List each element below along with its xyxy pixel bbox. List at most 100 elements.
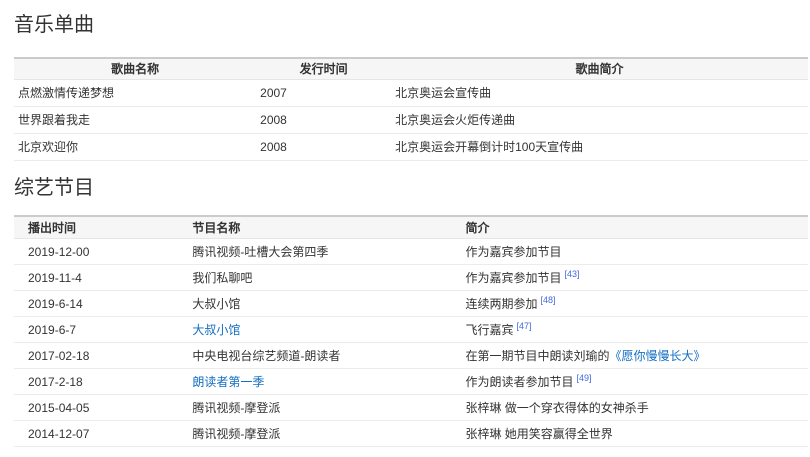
table-cell: 大叔小馆 bbox=[178, 317, 451, 343]
table-cell: 2019-12-00 bbox=[14, 239, 178, 265]
column-header: 发行时间 bbox=[256, 58, 391, 79]
cell-text: 北京奥运会火炬传递曲 bbox=[395, 113, 515, 127]
cell-text: 2017-2-18 bbox=[28, 375, 83, 389]
cell-text: 点燃激情传递梦想 bbox=[18, 86, 114, 100]
table-cell: 2015-04-05 bbox=[14, 395, 178, 421]
entry-link[interactable]: 《愿你慢慢长大》 bbox=[609, 349, 705, 363]
cell-text: 2014-12-07 bbox=[28, 427, 89, 441]
table-cell: 大叔小馆 bbox=[178, 291, 451, 317]
cell-text: 2017-02-18 bbox=[28, 349, 89, 363]
table-cell: 在第一期节目中朗读刘瑜的《愿你慢慢长大》 bbox=[451, 343, 808, 369]
cell-text: 2019-12-00 bbox=[28, 245, 89, 259]
table-cell: 作为朗读者参加节目[49] bbox=[451, 369, 808, 395]
variety-table-head: 播出时间节目名称简介 bbox=[14, 216, 808, 239]
table-cell: 腾讯视频-吐槽大会第四季 bbox=[178, 239, 451, 265]
cell-text: 腾讯视频-吐槽大会第四季 bbox=[192, 245, 328, 259]
cell-text: 2019-6-14 bbox=[28, 297, 83, 311]
table-cell: 2019-11-4 bbox=[14, 265, 178, 291]
table-row: 世界跟着我走 2008 北京奥运会火炬传递曲 bbox=[14, 106, 808, 133]
table-cell: 北京奥运会宣传曲 bbox=[391, 79, 808, 106]
reference-link[interactable]: [48] bbox=[540, 295, 555, 305]
cell-text: 作为嘉宾参加节目 bbox=[465, 271, 561, 285]
table-row: 2017-2-18 朗读者第一季 作为朗读者参加节目[49] bbox=[14, 369, 808, 395]
cell-text: 2015-04-05 bbox=[28, 401, 89, 415]
table-cell: 2019-6-14 bbox=[14, 291, 178, 317]
cell-text: 2008 bbox=[260, 140, 287, 154]
variety-shows-section: 综艺节目 播出时间节目名称简介 2019-12-00腾讯视频-吐槽大会第四季作为… bbox=[0, 161, 810, 448]
table-row: 2014-12-07 腾讯视频-摩登派 张梓琳 她用笑容赢得全世界 bbox=[14, 421, 808, 447]
cell-text: 作为嘉宾参加节目 bbox=[465, 245, 561, 259]
header-row: 歌曲名称发行时间歌曲简介 bbox=[14, 58, 808, 79]
cell-text: 腾讯视频-摩登派 bbox=[192, 401, 280, 415]
cell-text: 2007 bbox=[260, 86, 287, 100]
table-cell: 腾讯视频-摩登派 bbox=[178, 421, 451, 447]
section-title-variety-shows: 综艺节目 bbox=[14, 161, 810, 202]
reference-link[interactable]: [49] bbox=[576, 373, 591, 383]
music-table-head: 歌曲名称发行时间歌曲简介 bbox=[14, 58, 808, 79]
variety-table-body: 2019-12-00腾讯视频-吐槽大会第四季作为嘉宾参加节目2019-11-4我… bbox=[14, 239, 808, 447]
column-header: 节目名称 bbox=[178, 216, 451, 239]
table-row: 点燃激情传递梦想 2007 北京奥运会宣传曲 bbox=[14, 79, 808, 106]
table-row: 2019-6-7 大叔小馆 飞行嘉宾[47] bbox=[14, 317, 808, 343]
cell-text: 飞行嘉宾 bbox=[465, 323, 513, 337]
entry-link[interactable]: 大叔小馆 bbox=[192, 323, 240, 337]
table-row: 北京欢迎你 2008 北京奥运会开幕倒计时100天宣传曲 bbox=[14, 133, 808, 160]
variety-shows-table: 播出时间节目名称简介 2019-12-00腾讯视频-吐槽大会第四季作为嘉宾参加节… bbox=[14, 215, 808, 448]
table-row: 2015-04-05 腾讯视频-摩登派 张梓琳 做一个穿衣得体的女神杀手 bbox=[14, 395, 808, 421]
column-header: 歌曲名称 bbox=[14, 58, 256, 79]
table-cell: 2008 bbox=[256, 106, 391, 133]
section-title-music-singles: 音乐单曲 bbox=[14, 0, 810, 39]
cell-text: 北京奥运会宣传曲 bbox=[395, 86, 491, 100]
table-cell: 2017-02-18 bbox=[14, 343, 178, 369]
table-cell: 作为嘉宾参加节目[43] bbox=[451, 265, 808, 291]
table-cell: 张梓琳 做一个穿衣得体的女神杀手 bbox=[451, 395, 808, 421]
table-cell: 飞行嘉宾[47] bbox=[451, 317, 808, 343]
table-row: 2019-11-4 我们私聊吧 作为嘉宾参加节目[43] bbox=[14, 265, 808, 291]
music-singles-section: 音乐单曲 歌曲名称发行时间歌曲简介 点燃激情传递梦想 2007 北京奥运会宣传曲世界… bbox=[0, 0, 810, 161]
cell-text: 中央电视台综艺频道-朗读者 bbox=[192, 349, 340, 363]
table-cell: 世界跟着我走 bbox=[14, 106, 256, 133]
cell-text: 腾讯视频-摩登派 bbox=[192, 427, 280, 441]
table-row: 2017-02-18 中央电视台综艺频道-朗读者 在第一期节目中朗读刘瑜的《愿你慢慢… bbox=[14, 343, 808, 369]
music-table-body: 点燃激情传递梦想 2007 北京奥运会宣传曲世界跟着我走 2008 北京奥运会火炬传递曲… bbox=[14, 79, 808, 160]
table-cell: 朗读者第一季 bbox=[178, 369, 451, 395]
cell-text: 北京欢迎你 bbox=[18, 140, 78, 154]
column-header: 简介 bbox=[451, 216, 808, 239]
cell-text: 2019-6-7 bbox=[28, 323, 76, 337]
table-cell: 2008 bbox=[256, 133, 391, 160]
table-cell: 北京欢迎你 bbox=[14, 133, 256, 160]
table-cell: 腾讯视频-摩登派 bbox=[178, 395, 451, 421]
table-cell: 北京奥运会火炬传递曲 bbox=[391, 106, 808, 133]
table-cell: 张梓琳 她用笑容赢得全世界 bbox=[451, 421, 808, 447]
table-cell: 连续两期参加[48] bbox=[451, 291, 808, 317]
cell-text: 作为朗读者参加节目 bbox=[465, 375, 573, 389]
table-cell: 点燃激情传递梦想 bbox=[14, 79, 256, 106]
table-row: 2019-6-14 大叔小馆 连续两期参加[48] bbox=[14, 291, 808, 317]
cell-text: 世界跟着我走 bbox=[18, 113, 90, 127]
cell-text: 张梓琳 她用笑容赢得全世界 bbox=[465, 427, 612, 441]
reference-link[interactable]: [47] bbox=[516, 321, 531, 331]
cell-text: 连续两期参加 bbox=[465, 297, 537, 311]
reference-link[interactable]: [43] bbox=[564, 269, 579, 279]
cell-text: 我们私聊吧 bbox=[192, 271, 252, 285]
column-header: 播出时间 bbox=[14, 216, 178, 239]
table-cell: 2014-12-07 bbox=[14, 421, 178, 447]
cell-text: 在第一期节目中朗读刘瑜的 bbox=[465, 349, 609, 363]
music-singles-table: 歌曲名称发行时间歌曲简介 点燃激情传递梦想 2007 北京奥运会宣传曲世界跟着我走 2… bbox=[14, 57, 808, 161]
table-cell: 2007 bbox=[256, 79, 391, 106]
entry-link[interactable]: 朗读者第一季 bbox=[192, 375, 264, 389]
table-cell: 中央电视台综艺频道-朗读者 bbox=[178, 343, 451, 369]
cell-text: 大叔小馆 bbox=[192, 297, 240, 311]
table-cell: 2017-2-18 bbox=[14, 369, 178, 395]
column-header: 歌曲简介 bbox=[391, 58, 808, 79]
cell-text: 北京奥运会开幕倒计时100天宣传曲 bbox=[395, 140, 583, 154]
table-cell: 我们私聊吧 bbox=[178, 265, 451, 291]
table-cell: 北京奥运会开幕倒计时100天宣传曲 bbox=[391, 133, 808, 160]
cell-text: 张梓琳 做一个穿衣得体的女神杀手 bbox=[465, 401, 648, 415]
table-cell: 作为嘉宾参加节目 bbox=[451, 239, 808, 265]
header-row: 播出时间节目名称简介 bbox=[14, 216, 808, 239]
table-row: 2019-12-00 腾讯视频-吐槽大会第四季 作为嘉宾参加节目 bbox=[14, 239, 808, 265]
cell-text: 2008 bbox=[260, 113, 287, 127]
cell-text: 2019-11-4 bbox=[28, 271, 82, 285]
table-cell: 2019-6-7 bbox=[14, 317, 178, 343]
